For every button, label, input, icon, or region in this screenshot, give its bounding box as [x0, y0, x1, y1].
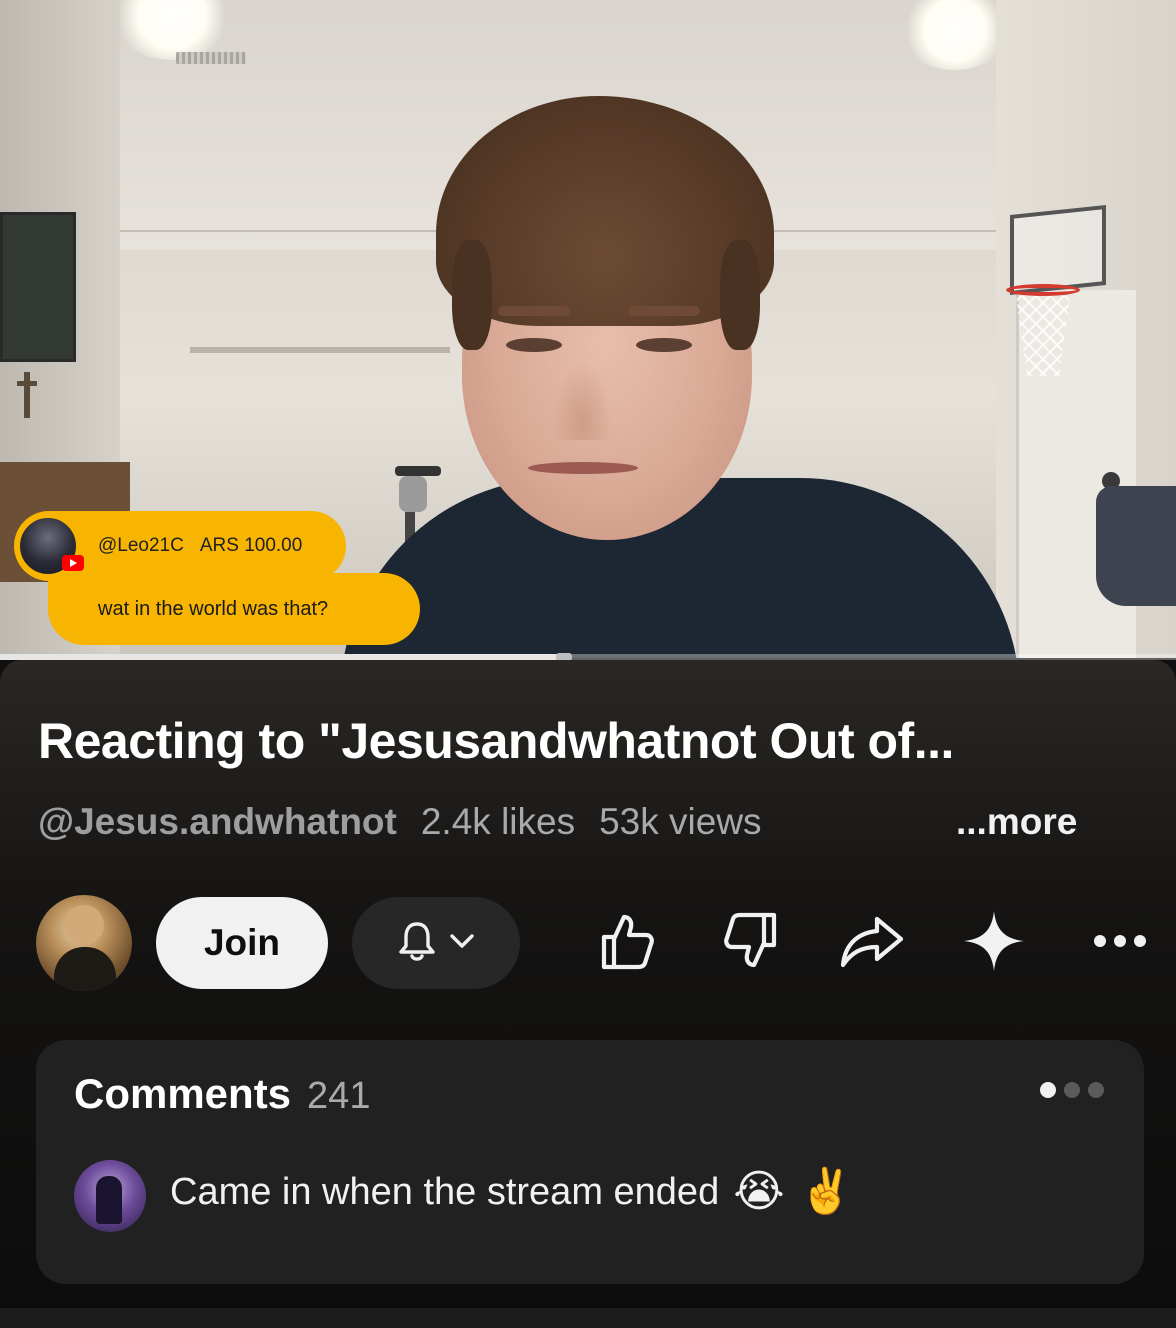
chevron-down-icon [449, 932, 475, 955]
victory-hand-emoji: ✌️ [798, 1167, 854, 1216]
comment-author-avatar [74, 1160, 146, 1232]
share-icon [837, 911, 907, 976]
youtube-badge-icon [62, 555, 84, 571]
video-scene-shelf [190, 347, 450, 353]
comments-header: Comments 241 [74, 1070, 370, 1118]
comments-heading: Comments [74, 1070, 292, 1117]
ask-ai-button[interactable] [956, 907, 1032, 979]
pager-dot [1088, 1082, 1104, 1098]
thumbs-down-icon [720, 909, 784, 978]
comments-card[interactable]: Comments 241 Came in when the stream end… [36, 1040, 1144, 1284]
notifications-button[interactable] [352, 897, 520, 989]
video-title[interactable]: Reacting to "Jesusandwhatnot Out of... [38, 712, 1148, 770]
channel-avatar-robe [54, 947, 116, 991]
top-comment: Came in when the stream ended 😭 ✌️ [170, 1170, 853, 1214]
sparkle-icon [961, 908, 1027, 979]
more-icon [1092, 933, 1148, 954]
action-bar: Join [0, 893, 1176, 993]
video-person-hair-side [720, 240, 760, 350]
bell-icon [397, 919, 437, 968]
video-person-brow [498, 306, 570, 316]
pager-dot [1040, 1082, 1056, 1098]
video-person-brow [628, 306, 700, 316]
more-description-link[interactable]: ...more [956, 800, 1077, 844]
tripod-head [395, 466, 441, 476]
comments-count: 241 [307, 1075, 371, 1117]
superchat-author: @Leo21C [98, 535, 184, 556]
channel-avatar-halo [64, 905, 104, 945]
superchat-amount: ARS 100.00 [199, 535, 303, 556]
top-comment-text: Came in when the stream ended [170, 1170, 720, 1213]
channel-avatar[interactable] [36, 895, 132, 991]
like-button[interactable] [588, 907, 664, 979]
video-person-hair-side [452, 240, 492, 350]
join-button[interactable]: Join [156, 897, 328, 989]
pager-dot [1064, 1082, 1080, 1098]
video-scene-hoop-rim [1006, 284, 1080, 296]
video-meta: @Jesus.andwhatnot 2.4k likes 53k views [38, 800, 762, 844]
dislike-button[interactable] [714, 907, 790, 979]
comment-avatar-figure [96, 1176, 122, 1224]
channel-handle[interactable]: @Jesus.andwhatnot [38, 801, 397, 843]
bottom-edge [0, 1308, 1176, 1328]
video-person-mouth [528, 462, 638, 474]
more-options-button[interactable] [1082, 907, 1158, 979]
video-scene-vent [176, 52, 246, 64]
view-count: 53k views [599, 801, 762, 842]
video-scene-crucifix [17, 372, 37, 418]
like-count: 2.4k likes [420, 801, 576, 842]
video-person-eye [506, 338, 562, 352]
tripod-ball [399, 476, 427, 512]
comments-pager-dots [1040, 1082, 1104, 1098]
video-scene-screen [0, 212, 76, 362]
video-player[interactable]: wat in the world was that? @Leo21C ARS 1… [0, 0, 1176, 658]
thumbs-up-icon [594, 909, 658, 978]
video-person-eye [636, 338, 692, 352]
video-person-nose [552, 360, 612, 440]
superchat-message: wat in the world was that? [48, 573, 420, 645]
video-scene-clothes [1096, 486, 1176, 606]
crying-face-emoji: 😭 [733, 1167, 785, 1216]
video-scene-hoop-backboard [1010, 204, 1106, 296]
share-button[interactable] [834, 907, 910, 979]
